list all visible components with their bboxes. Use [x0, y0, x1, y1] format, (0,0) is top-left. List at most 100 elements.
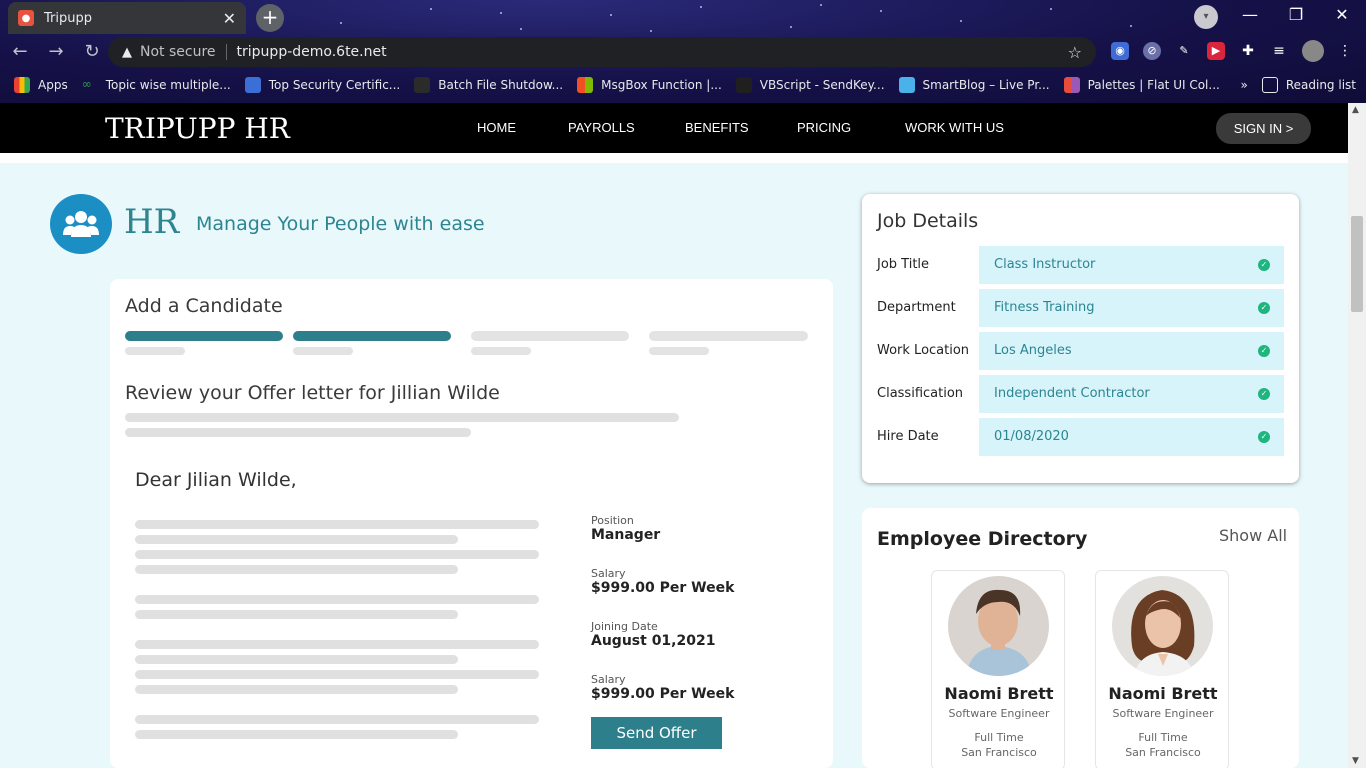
sign-in-button[interactable]: SIGN IN >	[1216, 113, 1311, 144]
progress-step-2	[293, 331, 451, 341]
letter-placeholder-line	[135, 655, 458, 664]
more-bookmarks-icon[interactable]: »	[1241, 78, 1248, 92]
page-scrollbar[interactable]: ▲ ▼	[1348, 103, 1366, 768]
browser-chrome: ● Tripupp ✕ + ▾ — ❐ ✕ ← → ↻ ▲ Not secure…	[0, 0, 1366, 103]
bookmark-item[interactable]: Palettes | Flat UI Col...	[1063, 77, 1220, 93]
employee-role: Software Engineer	[948, 707, 1050, 720]
letter-placeholder-line	[135, 565, 458, 574]
bookmark-label: MsgBox Function |...	[601, 78, 722, 92]
letter-placeholder-line	[135, 595, 539, 604]
department-field[interactable]: Fitness Training ✓	[979, 289, 1284, 327]
hire-date-field[interactable]: 01/08/2020 ✓	[979, 418, 1284, 456]
nav-payrolls[interactable]: PAYROLLS	[568, 120, 635, 135]
restore-icon[interactable]: ❐	[1282, 4, 1310, 28]
address-bar[interactable]: ▲ Not secure tripupp-demo.6te.net ☆	[108, 37, 1096, 67]
text-placeholder-line	[125, 413, 679, 422]
employee-card[interactable]: Naomi Brett Software Engineer Full Time …	[931, 570, 1065, 768]
security-label: Not secure	[140, 44, 216, 60]
employee-avatar	[1112, 576, 1213, 676]
hire-date-value: 01/08/2020	[994, 429, 1069, 444]
brand-logo[interactable]: TRIPUPP HR	[105, 112, 290, 145]
reload-icon[interactable]: ↻	[76, 36, 108, 68]
bookmarks-bar: Apps ∞ Topic wise multiple... Top Securi…	[0, 70, 1366, 100]
classification-field[interactable]: Independent Contractor ✓	[979, 375, 1284, 413]
classification-label: Classification	[877, 386, 964, 401]
new-tab-button[interactable]: +	[256, 4, 284, 32]
extension-3-icon[interactable]: ✎	[1175, 42, 1193, 60]
letter-placeholder-line	[135, 640, 539, 649]
progress-step-label-placeholder	[125, 347, 185, 355]
hero-tagline: Manage Your People with ease	[196, 213, 485, 235]
close-window-icon[interactable]: ✕	[1328, 4, 1356, 28]
extension-4-icon[interactable]: ▶	[1207, 42, 1225, 60]
header-divider	[0, 153, 1348, 163]
bookmark-apps[interactable]: Apps	[14, 77, 68, 93]
employee-type: Full Time	[1138, 731, 1188, 744]
employee-location: San Francisco	[961, 746, 1037, 759]
progress-step-1	[125, 331, 283, 341]
bookmark-item[interactable]: VBScript - SendKey...	[735, 77, 885, 93]
omnibox-divider	[225, 44, 227, 60]
profile-avatar-icon[interactable]	[1302, 40, 1324, 62]
media-control-icon[interactable]: ≡	[1270, 42, 1288, 60]
minimize-icon[interactable]: —	[1236, 4, 1264, 28]
extension-2-icon[interactable]: ⊘	[1143, 42, 1161, 60]
job-title-field[interactable]: Class Instructor ✓	[979, 246, 1284, 284]
people-group-icon	[50, 194, 112, 254]
bookmark-star-icon[interactable]: ☆	[1068, 43, 1082, 62]
bookmark-item[interactable]: SmartBlog – Live Pr...	[898, 77, 1050, 93]
forward-icon[interactable]: →	[40, 36, 72, 68]
back-icon[interactable]: ←	[4, 36, 36, 68]
bookmark-item[interactable]: ∞ Topic wise multiple...	[82, 77, 231, 93]
extension-1-icon[interactable]: ◉	[1111, 42, 1129, 60]
progress-step-3	[471, 331, 629, 341]
show-all-link[interactable]: Show All	[1219, 526, 1287, 545]
letter-placeholder-line	[135, 730, 458, 739]
employee-card[interactable]: Naomi Brett Software Engineer Full Time …	[1095, 570, 1229, 768]
check-icon: ✓	[1258, 345, 1270, 357]
nav-benefits[interactable]: BENEFITS	[685, 120, 749, 135]
bookmark-favicon-icon: ∞	[81, 77, 92, 91]
hire-date-label: Hire Date	[877, 429, 939, 444]
employee-directory-heading: Employee Directory	[877, 528, 1088, 550]
scrollbar-thumb[interactable]	[1351, 216, 1363, 312]
add-candidate-heading: Add a Candidate	[125, 295, 283, 317]
send-offer-button[interactable]: Send Offer	[591, 717, 722, 749]
browser-tab[interactable]: ● Tripupp ✕	[8, 2, 246, 34]
warning-icon: ▲	[122, 44, 132, 60]
progress-step-label-placeholder	[293, 347, 353, 355]
check-icon: ✓	[1258, 431, 1270, 443]
work-location-label: Work Location	[877, 343, 970, 358]
progress-step-4	[649, 331, 808, 341]
hero-title: HR	[124, 202, 180, 242]
nav-home[interactable]: HOME	[477, 120, 516, 135]
department-value: Fitness Training	[994, 300, 1095, 315]
work-location-field[interactable]: Los Angeles ✓	[979, 332, 1284, 370]
work-location-value: Los Angeles	[994, 343, 1072, 358]
progress-step-label-placeholder	[649, 347, 709, 355]
department-label: Department	[877, 300, 956, 315]
bookmark-item[interactable]: MsgBox Function |...	[577, 77, 722, 93]
letter-placeholder-line	[135, 715, 539, 724]
nav-work-with-us[interactable]: WORK WITH US	[905, 120, 1004, 135]
letter-placeholder-line	[135, 535, 458, 544]
nav-pricing[interactable]: PRICING	[797, 120, 851, 135]
bookmark-item[interactable]: Top Security Certific...	[244, 77, 401, 93]
bookmark-label: Top Security Certific...	[268, 78, 401, 92]
bookmark-favicon-icon	[735, 77, 752, 93]
salary-value: $999.00 Per Week	[591, 580, 735, 596]
classification-value: Independent Contractor	[994, 386, 1150, 401]
letter-placeholder-line	[135, 610, 458, 619]
reading-list-button[interactable]: Reading list	[1261, 77, 1356, 93]
extensions-puzzle-icon[interactable]: ✚	[1239, 42, 1257, 60]
tripupp-favicon-icon: ●	[18, 10, 34, 26]
menu-kebab-icon[interactable]: ⋮	[1336, 42, 1354, 60]
url-text[interactable]: tripupp-demo.6te.net	[237, 44, 1068, 60]
position-value: Manager	[591, 527, 661, 543]
scroll-up-icon[interactable]: ▲	[1352, 105, 1359, 115]
tab-search-icon[interactable]: ▾	[1194, 5, 1218, 29]
bookmark-item[interactable]: Batch File Shutdow...	[414, 77, 563, 93]
scroll-down-icon[interactable]: ▼	[1352, 756, 1359, 766]
tab-close-icon[interactable]: ✕	[223, 9, 236, 28]
bookmark-label: VBScript - SendKey...	[759, 78, 885, 92]
